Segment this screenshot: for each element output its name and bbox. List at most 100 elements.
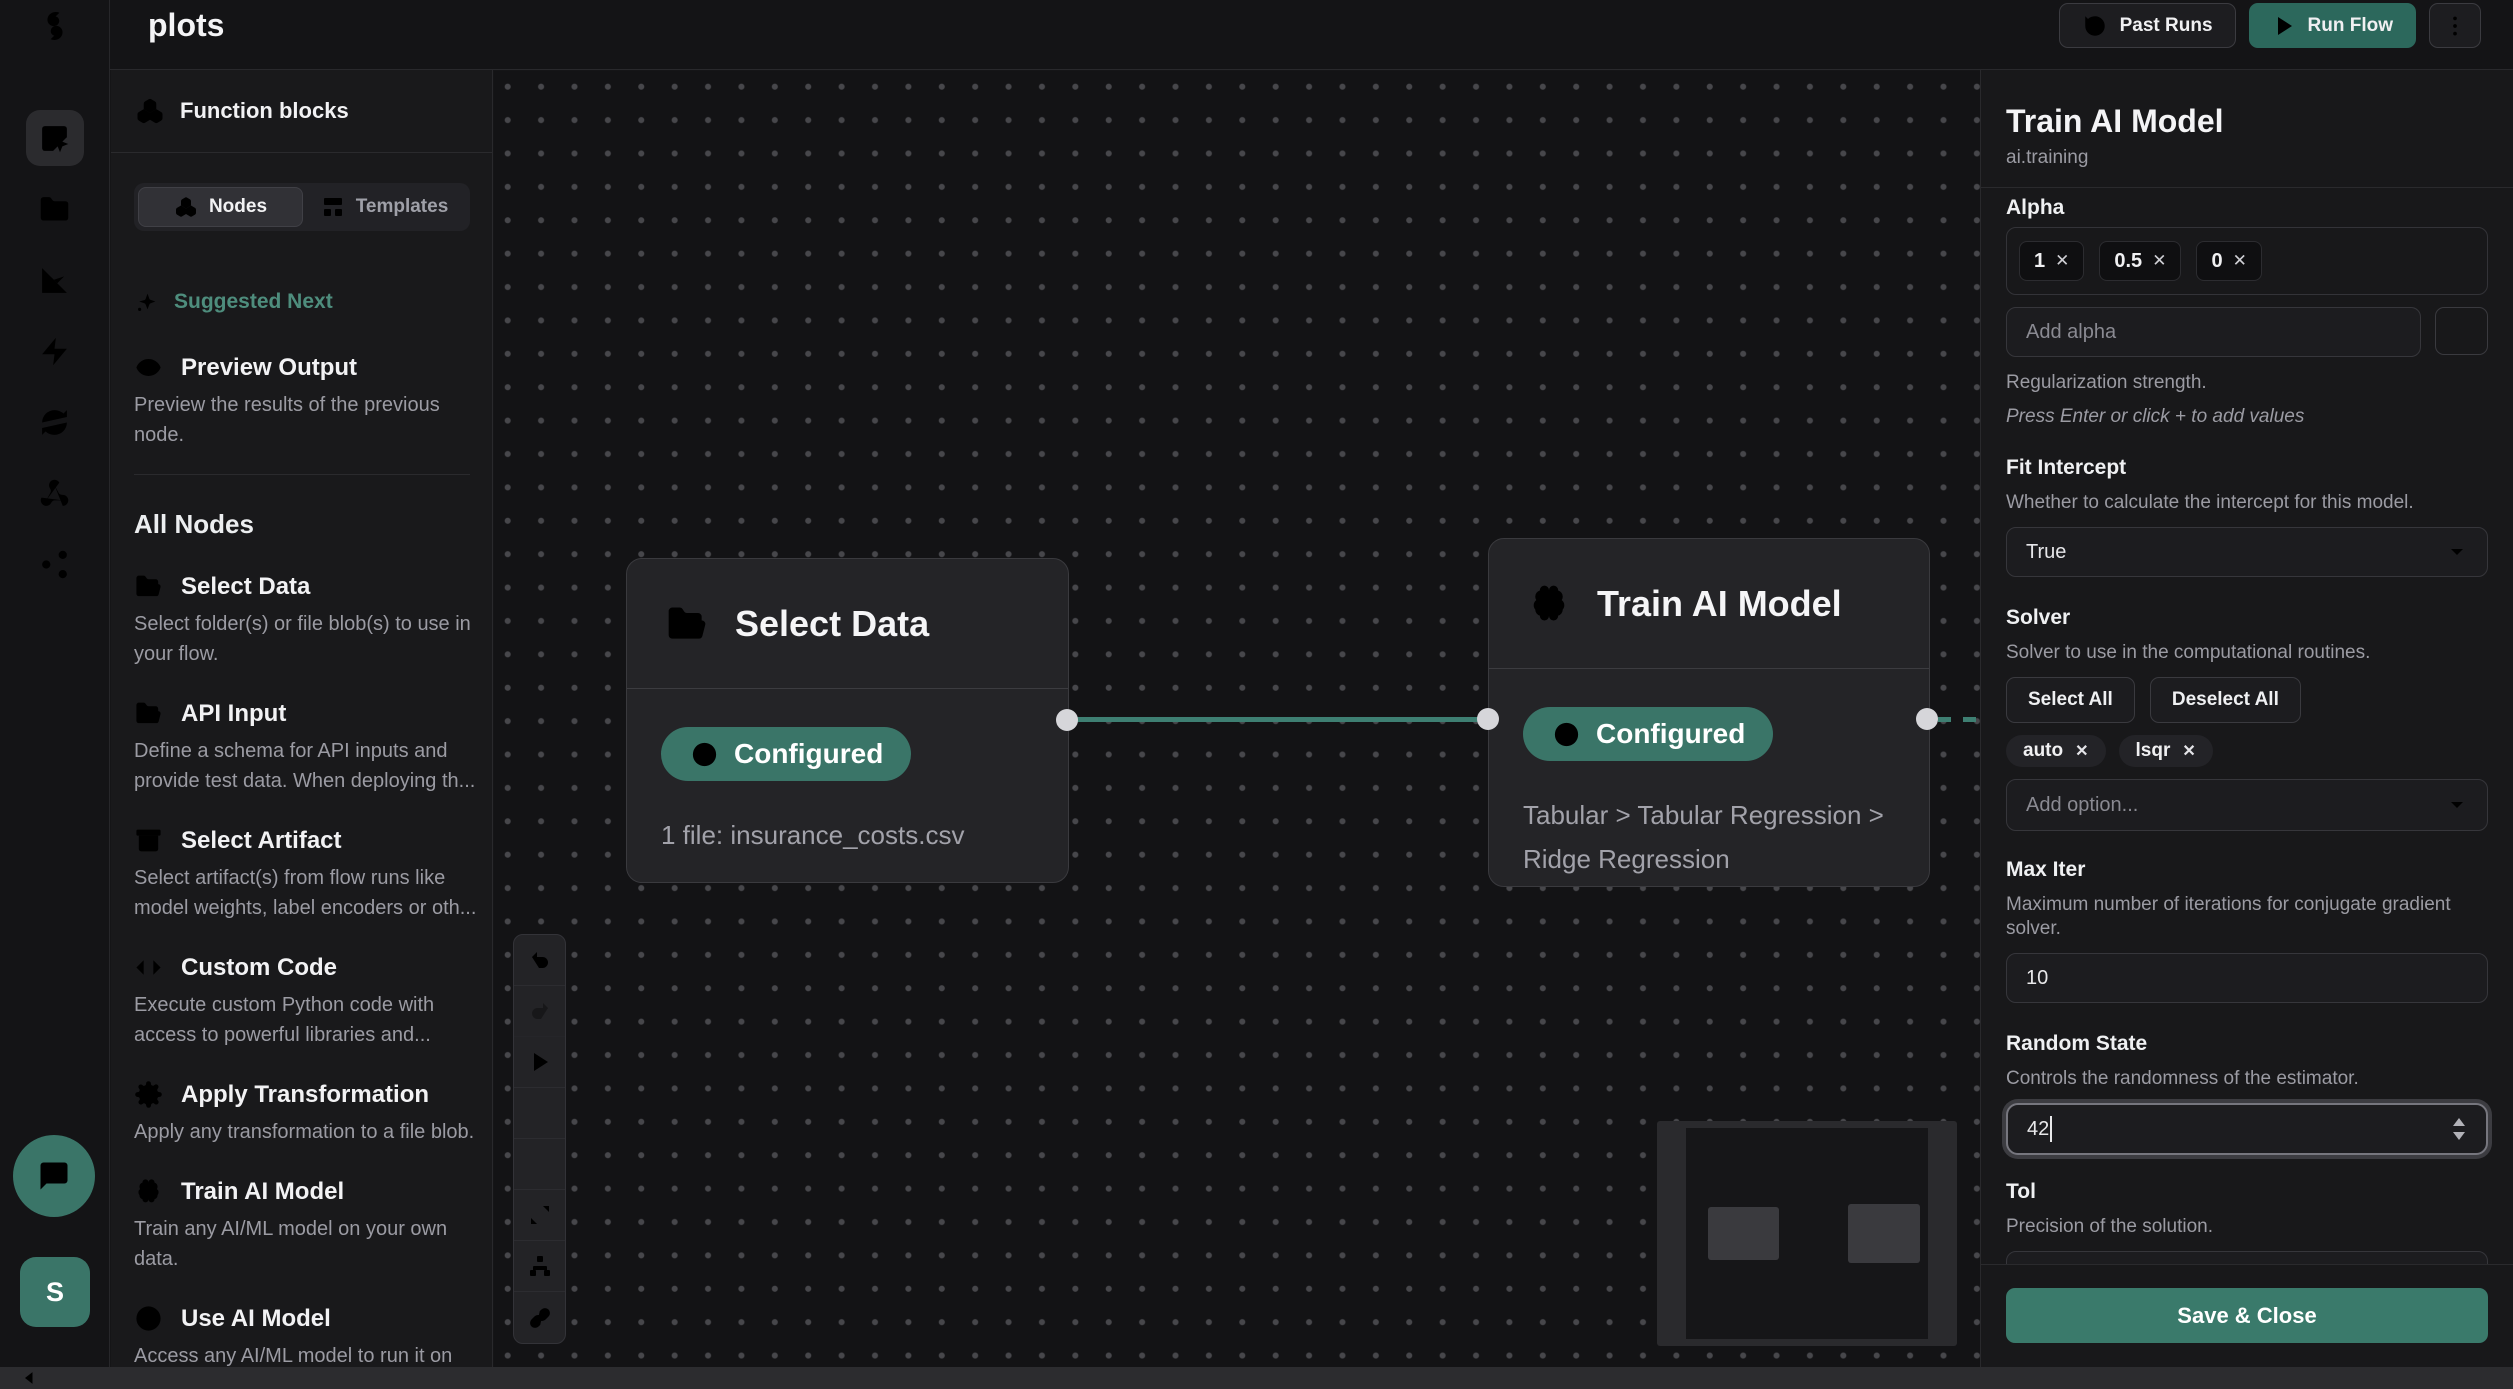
solver-chip[interactable]: auto✕ — [2006, 735, 2106, 767]
fit-intercept-select[interactable]: True — [2006, 527, 2488, 577]
number-stepper[interactable] — [2453, 1118, 2465, 1140]
history-icon — [2082, 13, 2108, 39]
zoom-in-button[interactable] — [514, 1088, 565, 1139]
play-icon — [2272, 14, 2296, 38]
eye-icon — [134, 353, 163, 382]
plus-icon — [2449, 318, 2475, 344]
topbar: plots Past Runs Run Flow — [110, 0, 2513, 70]
undo-button[interactable] — [514, 935, 565, 986]
canvas-node-select-data[interactable]: Select Data Configured 1 file: insurance… — [626, 558, 1069, 883]
run-button[interactable] — [514, 1037, 565, 1088]
lightning-icon — [38, 335, 71, 368]
node-item-apply-transformation[interactable]: Apply Transformation Apply any transform… — [134, 1080, 470, 1147]
max-iter-input[interactable]: 10 — [2006, 953, 2488, 1003]
node-item-custom-code[interactable]: Custom Code Execute custom Python code w… — [134, 953, 470, 1050]
minimap[interactable] — [1657, 1121, 1957, 1346]
panel-tabs: Nodes Templates — [134, 183, 470, 231]
rail-item-files[interactable] — [26, 181, 84, 237]
link-mode-button[interactable] — [514, 1292, 565, 1343]
canvas-toolbar — [513, 934, 566, 1344]
max-iter-description: Maximum number of iterations for conjuga… — [2006, 893, 2488, 941]
alpha-chip[interactable]: 1✕ — [2019, 241, 2084, 281]
alpha-chip[interactable]: 0.5✕ — [2099, 241, 2181, 281]
save-close-button[interactable]: Save & Close — [2006, 1288, 2488, 1343]
node-item-train-ai-model[interactable]: Train AI Model Train any AI/ML model on … — [134, 1177, 470, 1274]
tol-label: Tol — [2006, 1179, 2488, 1205]
tab-templates[interactable]: Templates — [303, 187, 466, 227]
remove-chip-icon[interactable]: ✕ — [2055, 251, 2069, 271]
remove-chip-icon[interactable]: ✕ — [2075, 741, 2088, 761]
redo-button[interactable] — [514, 986, 565, 1037]
plus-icon — [528, 1101, 552, 1125]
remove-chip-icon[interactable]: ✕ — [2152, 251, 2166, 271]
all-nodes-heading: All Nodes — [134, 509, 470, 540]
stepper-up-icon[interactable] — [2453, 1118, 2465, 1126]
rail-item-share[interactable] — [26, 536, 84, 592]
run-flow-button[interactable]: Run Flow — [2249, 3, 2416, 48]
solver-chip[interactable]: lsqr✕ — [2119, 735, 2213, 767]
inspector-panel: Train AI Model ai.training Alpha 1✕ 0.5✕… — [1980, 70, 2513, 1389]
alpha-chip[interactable]: 0✕ — [2196, 241, 2261, 281]
stepper-down-icon[interactable] — [2453, 1132, 2465, 1140]
chevron-down-icon — [2445, 793, 2469, 817]
function-blocks-icon — [135, 96, 165, 126]
rail-item-runs[interactable] — [26, 394, 84, 450]
panel-title: Function blocks — [180, 98, 427, 124]
random-state-description: Controls the randomness of the estimator… — [2006, 1067, 2488, 1091]
canvas-node-train-ai-model[interactable]: Train AI Model Configured Tabular > Tabu… — [1488, 538, 1930, 887]
remove-chip-icon[interactable]: ✕ — [2182, 741, 2195, 761]
add-alpha-button[interactable] — [2435, 307, 2488, 355]
solver-description: Solver to use in the computational routi… — [2006, 641, 2488, 665]
rail-item-flow-editor[interactable] — [26, 110, 84, 166]
tol-input[interactable]: 0.0001 — [2006, 1251, 2488, 1264]
tab-nodes[interactable]: Nodes — [138, 187, 303, 227]
node-item-select-artifact[interactable]: Select Artifact Select artifact(s) from … — [134, 826, 470, 923]
function-blocks-panel: Function blocks Nodes Templates Suggeste… — [111, 70, 493, 1389]
folder-icon — [38, 193, 71, 226]
alpha-hint: Press Enter or click + to add values — [2006, 405, 2488, 429]
node-item-preview-output[interactable]: Preview Output Preview the results of th… — [134, 353, 470, 450]
rail-item-charts[interactable] — [26, 252, 84, 308]
tol-description: Precision of the solution. — [2006, 1215, 2488, 1239]
scroll-left-icon[interactable] — [20, 1368, 40, 1388]
minus-icon — [528, 1152, 552, 1176]
templates-icon — [321, 195, 345, 219]
rail-item-webhooks[interactable] — [26, 465, 84, 521]
remove-chip-icon[interactable]: ✕ — [2233, 251, 2247, 271]
deselect-all-button[interactable]: Deselect All — [2150, 677, 2301, 723]
fit-view-button[interactable] — [514, 1190, 565, 1241]
app-logo-icon — [36, 7, 74, 50]
add-option-select[interactable]: Add option... — [2006, 779, 2488, 831]
select-all-button[interactable]: Select All — [2006, 677, 2135, 723]
auto-layout-button[interactable] — [514, 1241, 565, 1292]
alpha-values-box: 1✕ 0.5✕ 0✕ — [2006, 227, 2488, 295]
chat-button[interactable] — [13, 1135, 95, 1217]
cursor-select-icon — [38, 122, 71, 155]
suggested-next-heading: Suggested Next — [134, 288, 470, 315]
output-port-train-model[interactable] — [1916, 708, 1938, 730]
page-title: plots — [148, 3, 224, 47]
input-port-train-model[interactable] — [1477, 708, 1499, 730]
close-panel-button[interactable] — [442, 99, 466, 123]
inspector-subtitle: ai.training — [2006, 147, 2488, 169]
minimap-node — [1708, 1207, 1779, 1260]
horizontal-scrollbar[interactable] — [0, 1367, 2513, 1389]
status-badge: Configured — [661, 727, 911, 781]
brain-icon — [1527, 582, 1571, 626]
random-state-input[interactable]: 42 — [2006, 1103, 2488, 1155]
refresh-icon — [38, 406, 71, 439]
output-port-select-data[interactable] — [1056, 709, 1078, 731]
rail-item-actions[interactable] — [26, 323, 84, 379]
minimap-viewport — [1686, 1128, 1928, 1339]
minimap-node — [1848, 1204, 1920, 1263]
more-options-button[interactable] — [2429, 3, 2481, 48]
zoom-out-button[interactable] — [514, 1139, 565, 1190]
node-item-select-data[interactable]: Select Data Select folder(s) or file blo… — [134, 572, 470, 669]
user-avatar[interactable]: S — [20, 1257, 90, 1327]
flow-edge[interactable] — [1067, 717, 1488, 722]
node-item-api-input[interactable]: API Input Define a schema for API inputs… — [134, 699, 470, 796]
flow-canvas[interactable]: Select Data Configured 1 file: insurance… — [494, 71, 1980, 1367]
add-alpha-input[interactable] — [2006, 307, 2421, 357]
past-runs-button[interactable]: Past Runs — [2059, 3, 2236, 48]
close-icon — [442, 99, 466, 123]
